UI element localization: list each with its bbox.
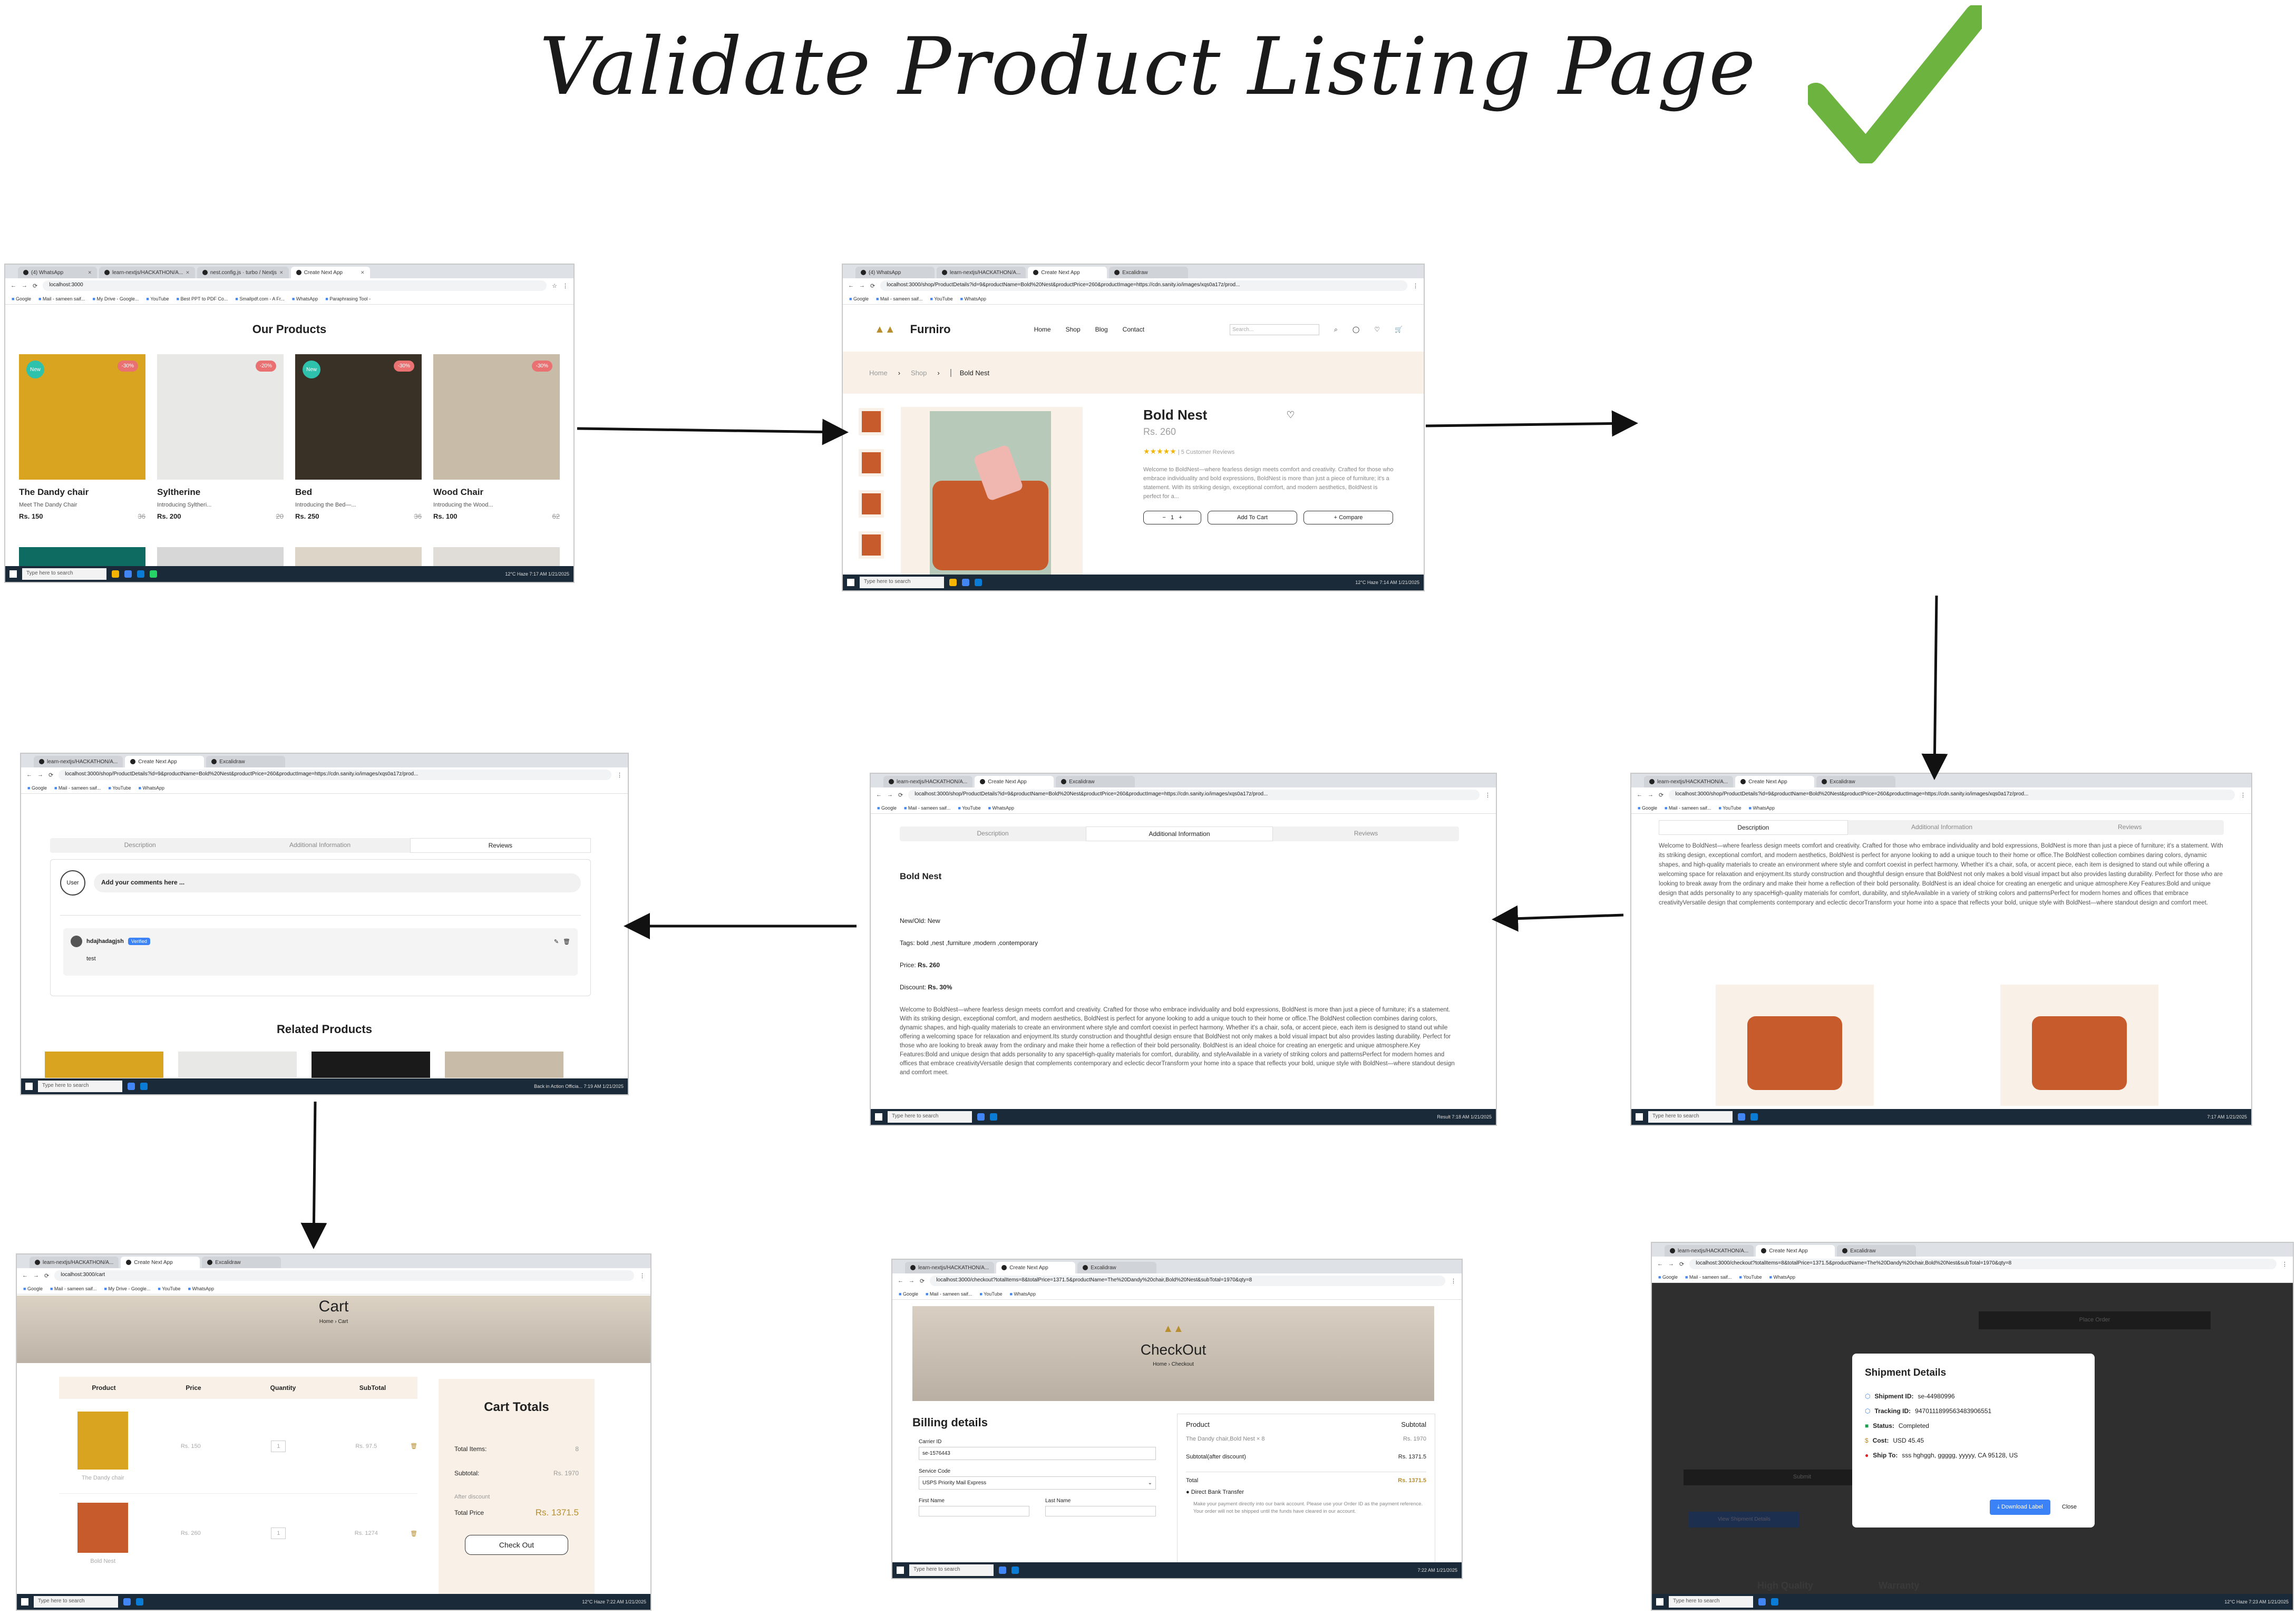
flow-canvas: Validate Product Listing Page (4) WhatsA…	[0, 0, 2296, 1615]
flow-arrow	[300, 1101, 327, 1249]
flow-arrows	[300, 410, 1948, 1249]
flow-arrow	[1921, 595, 1948, 780]
flow-arrow	[577, 419, 849, 445]
flow-arrow	[1492, 905, 1624, 932]
flow-arrow	[1425, 410, 1638, 437]
